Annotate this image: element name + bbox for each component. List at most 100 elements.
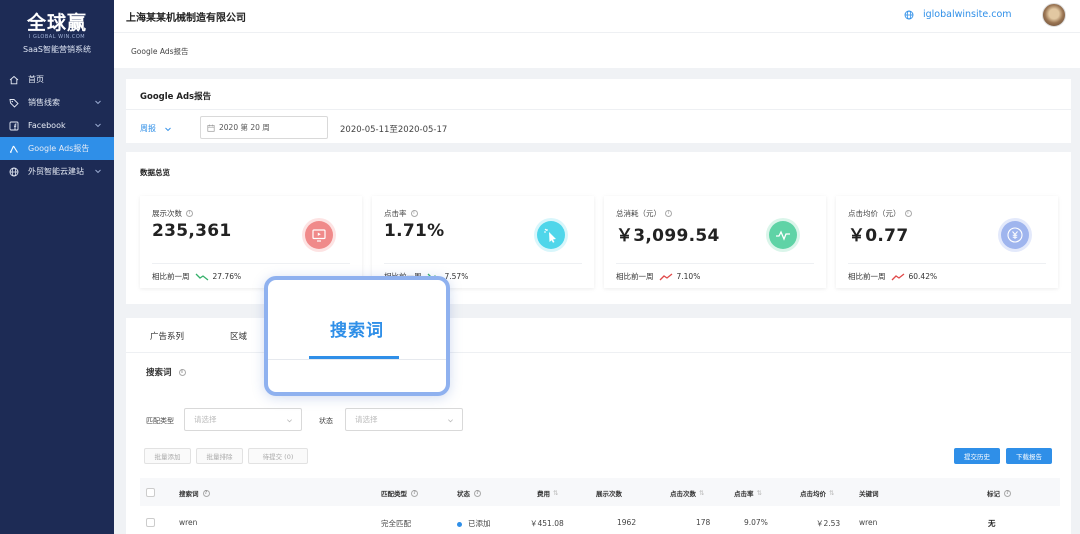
cell-cpc: ￥2.53 xyxy=(816,519,841,528)
breadcrumb-item[interactable]: Google Ads报告 xyxy=(131,47,189,56)
stat-compare: 相比前一周 7.10% xyxy=(616,271,700,282)
cell-mark: 无 xyxy=(988,519,996,528)
status-select[interactable]: 请选择 xyxy=(345,408,463,431)
divider xyxy=(848,263,1046,264)
tab-search-terms[interactable]: 搜索词 xyxy=(268,316,446,341)
week-value: 2020 第 20 周 xyxy=(219,123,270,132)
sidebar-item-facebook[interactable]: Facebook xyxy=(0,114,114,137)
cell-impressions: 1962 xyxy=(617,518,637,527)
col-header-match[interactable]: 匹配类型? xyxy=(381,488,418,498)
sort-icon[interactable]: ⇅ xyxy=(829,489,834,497)
avatar[interactable] xyxy=(1042,3,1066,27)
tab-search-terms-zoom[interactable]: 搜索词 xyxy=(264,276,450,396)
sidebar-item-sales-leads[interactable]: 销售线索 xyxy=(0,91,114,114)
row-checkbox[interactable] xyxy=(146,518,155,527)
sort-icon[interactable]: ⇅ xyxy=(553,489,558,497)
stat-label-text: 点击率 xyxy=(384,209,407,218)
stat-value: ￥0.77 xyxy=(848,226,909,246)
period-select[interactable]: 周报 xyxy=(140,123,172,134)
report-card: Google Ads报告 周报 2020 第 20 周 2020-05-11至2… xyxy=(126,79,1071,143)
info-icon[interactable]: ? xyxy=(474,489,481,497)
sidebar-item-label: 外贸智能云建站 xyxy=(28,167,84,176)
period-label[interactable]: 周报 xyxy=(140,123,156,134)
compare-value: 7.57% xyxy=(444,272,469,281)
col-header-impressions[interactable]: 展示次数 xyxy=(596,488,622,498)
site-link[interactable]: iglobalwinsite.com xyxy=(904,9,1012,20)
table-header: 搜索词? 匹配类型? 状态? 费用 ⇅ 展示次数 点击次数 ⇅ 点击率 ⇅ 点击均价 ⇅… xyxy=(140,478,1060,506)
chevron-down-icon xyxy=(448,419,453,423)
site-link-text[interactable]: iglobalwinsite.com xyxy=(923,9,1012,20)
stat-card-ctr: 点击率i 1.71% 相比前一周 7.57% xyxy=(372,196,594,288)
cell-ctr: 9.07% xyxy=(744,518,768,527)
sidebar-item-label: Facebook xyxy=(28,121,66,130)
info-icon[interactable]: i xyxy=(904,210,912,217)
batch-remove-button[interactable]: 批量排除 xyxy=(196,448,243,464)
compare-value: 60.42% xyxy=(908,272,938,281)
match-type-select[interactable]: 请选择 xyxy=(184,408,302,431)
col-header-text: 关键词 xyxy=(859,490,879,498)
sidebar-item-label: 首页 xyxy=(28,75,44,84)
sort-icon[interactable]: ⇅ xyxy=(699,489,704,497)
divider xyxy=(152,263,350,264)
compare-value: 7.10% xyxy=(676,272,701,281)
top-header: 上海某某机械制造有限公司 iglobalwinsite.com xyxy=(114,0,1080,33)
col-header-text: 状态 xyxy=(457,490,470,498)
info-icon[interactable]: i xyxy=(186,210,193,217)
col-header-term[interactable]: 搜索词? xyxy=(179,488,210,498)
select-placeholder: 请选择 xyxy=(194,415,217,424)
stat-label: 点击率 i xyxy=(384,208,418,219)
info-icon[interactable]: ? xyxy=(411,489,418,497)
col-header-cpc[interactable]: 点击均价 ⇅ xyxy=(800,488,834,498)
stat-label: 点击均价（元） i xyxy=(848,208,912,219)
sidebar-item-google-ads[interactable]: Google Ads报告 xyxy=(0,137,114,160)
col-header-keyword[interactable]: 关键词 xyxy=(859,488,879,498)
col-header-mark[interactable]: 标记? xyxy=(987,488,1011,498)
active-tab-indicator xyxy=(309,356,399,359)
col-header-clicks[interactable]: 点击次数 ⇅ xyxy=(670,488,704,498)
chevron-down-icon xyxy=(95,123,101,128)
sidebar-item-home[interactable]: 首页 xyxy=(0,68,114,91)
col-header-text: 搜索词 xyxy=(179,490,199,498)
col-header-ctr[interactable]: 点击率 ⇅ xyxy=(734,488,762,498)
yen-icon xyxy=(998,218,1032,252)
pending-submit-button[interactable]: 待提交 (0) xyxy=(248,448,308,464)
info-icon[interactable]: i xyxy=(178,368,186,376)
sidebar-item-site-builder[interactable]: 外贸智能云建站 xyxy=(0,160,114,183)
stat-label: 总消耗（元） i xyxy=(616,208,672,219)
batch-add-button[interactable]: 批量添加 xyxy=(144,448,191,464)
sidebar: 全球赢 I GLOBAL WIN.COM SaaS智能营销系统 首页 销售线索 … xyxy=(0,0,114,534)
submit-history-button[interactable]: 提交历史 xyxy=(954,448,1000,464)
download-report-button[interactable]: 下载报告 xyxy=(1006,448,1052,464)
divider xyxy=(384,263,582,264)
match-type-label: 匹配类型 xyxy=(146,417,174,425)
chevron-down-icon xyxy=(95,100,101,105)
select-all-checkbox[interactable] xyxy=(146,488,155,497)
stat-card-total-cost: 总消耗（元） i ￥3,099.54 相比前一周 7.10% xyxy=(604,196,826,288)
compare-label: 相比前一周 xyxy=(616,272,654,281)
cell-term: wren xyxy=(179,518,198,527)
select-placeholder: 请选择 xyxy=(355,415,378,424)
google-ads-icon xyxy=(9,144,19,154)
monitor-icon xyxy=(302,218,336,252)
tab-regions[interactable]: 区域 xyxy=(230,330,247,342)
sort-icon[interactable]: ⇅ xyxy=(757,489,762,497)
info-icon[interactable]: ? xyxy=(1004,489,1011,497)
col-header-text: 点击次数 xyxy=(670,490,696,498)
col-header-cost[interactable]: 费用 ⇅ xyxy=(537,488,558,498)
week-picker[interactable]: 2020 第 20 周 xyxy=(200,116,328,139)
stat-card-impressions: 展示次数 i 235,361 相比前一周 27.76% xyxy=(140,196,362,288)
company-name: 上海某某机械制造有限公司 xyxy=(126,13,246,24)
brand-logo[interactable]: 全球赢 xyxy=(0,8,114,35)
tab-campaigns[interactable]: 广告系列 xyxy=(150,330,184,342)
date-range: 2020-05-11至2020-05-17 xyxy=(340,125,448,135)
trend-up-icon xyxy=(891,272,904,280)
info-icon[interactable]: ? xyxy=(202,489,210,497)
pulse-icon xyxy=(766,218,800,252)
section-title: 搜索词 i xyxy=(146,366,186,378)
info-icon[interactable]: i xyxy=(410,210,418,217)
info-icon[interactable]: i xyxy=(665,210,672,217)
divider xyxy=(616,263,814,264)
col-header-status[interactable]: 状态? xyxy=(457,488,481,498)
col-header-text: 标记 xyxy=(987,490,1000,498)
globe-icon xyxy=(904,10,914,19)
